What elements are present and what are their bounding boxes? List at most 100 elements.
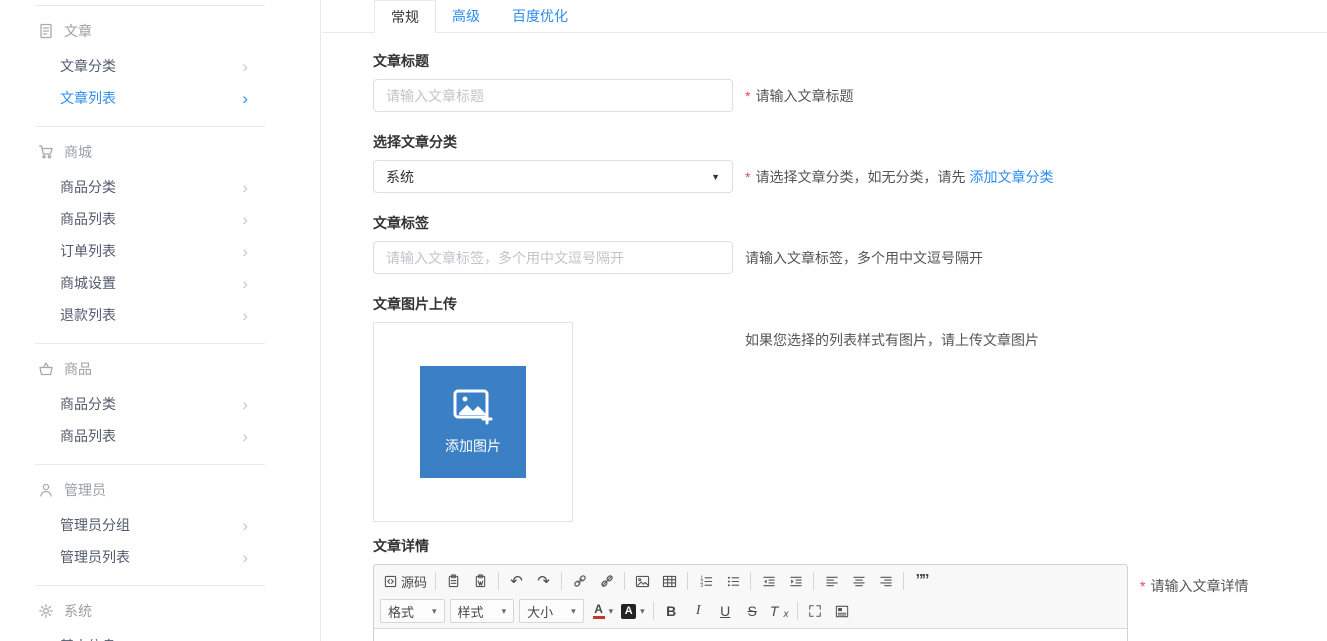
chevron-right-icon: › — [242, 307, 248, 324]
sidebar-item-mall-order-list[interactable]: 订单列表 › — [60, 235, 248, 267]
unlink-button[interactable] — [593, 569, 620, 593]
sidebar-section-goods: 商品 商品分类 › 商品列表 › — [0, 344, 320, 464]
toolbar-separator — [561, 572, 562, 590]
toolbar-separator — [750, 572, 751, 590]
sidebar-section-admin-header: 管理员 — [38, 465, 320, 509]
editor-content-area[interactable] — [374, 628, 1127, 641]
background-color-button[interactable]: A ▾ — [617, 599, 649, 623]
image-upload-dropzone[interactable]: 添加图片 — [373, 322, 573, 522]
outdent-button[interactable] — [755, 569, 782, 593]
align-left-button[interactable] — [818, 569, 845, 593]
add-category-link[interactable]: 添加文章分类 — [969, 169, 1053, 185]
sidebar-item-label: 商品列表 — [60, 209, 116, 229]
sidebar-section-label: 文章 — [64, 21, 92, 41]
sidebar-item-label: 商品分类 — [60, 177, 116, 197]
sidebar-section-label: 管理员 — [64, 480, 106, 500]
sidebar-item-label: 商城设置 — [60, 273, 116, 293]
ordered-list-button[interactable]: 123 — [692, 569, 719, 593]
form-item-category: 选择文章分类 系统 ▼ *请选择文章分类，如无分类，请先添加文章分类 — [373, 132, 1327, 193]
add-image-label: 添加图片 — [445, 436, 501, 456]
background-color-icon: A — [621, 604, 636, 619]
strikethrough-button[interactable]: S — [739, 599, 766, 623]
sidebar-item-mall-refund-list[interactable]: 退款列表 › — [60, 299, 248, 331]
rich-text-editor: 源码 ↶ ↷ — [373, 564, 1128, 641]
title-label: 文章标题 — [373, 51, 1327, 71]
bold-button[interactable]: B — [658, 599, 685, 623]
tab-baidu-seo[interactable]: 百度优化 — [496, 0, 584, 32]
sidebar-section-label: 系统 — [64, 601, 92, 621]
sidebar: 文章 文章分类 › 文章列表 › 商城 商品分类 › — [0, 0, 321, 641]
tags-input[interactable] — [373, 241, 733, 274]
sidebar-item-label: 文章列表 — [60, 88, 116, 108]
align-right-button[interactable] — [872, 569, 899, 593]
style-combo[interactable]: 样式 ▾ — [450, 599, 515, 623]
indent-button[interactable] — [782, 569, 809, 593]
system-gear-icon — [38, 603, 54, 619]
link-button[interactable] — [566, 569, 593, 593]
goods-icon — [38, 361, 54, 377]
required-asterisk: * — [745, 169, 750, 185]
text-color-button[interactable]: A ▾ — [589, 599, 618, 623]
sidebar-item-label: 文章分类 — [60, 56, 116, 76]
italic-button[interactable]: I — [685, 599, 712, 623]
sidebar-section-article: 文章 文章分类 › 文章列表 › — [0, 6, 320, 126]
redo-icon[interactable]: ↷ — [530, 569, 557, 593]
add-image-button[interactable]: 添加图片 — [420, 366, 526, 478]
bulleted-list-button[interactable] — [719, 569, 746, 593]
sidebar-item-admin-list[interactable]: 管理员列表 › — [60, 541, 248, 573]
sidebar-item-article-list[interactable]: 文章列表 › — [60, 82, 248, 114]
undo-icon[interactable]: ↶ — [503, 569, 530, 593]
chevron-right-icon: › — [242, 211, 248, 228]
sidebar-section-label: 商城 — [64, 142, 92, 162]
underline-button[interactable]: U — [712, 599, 739, 623]
format-combo[interactable]: 格式 ▾ — [380, 599, 445, 623]
show-blocks-button[interactable] — [829, 599, 856, 623]
form-item-tags: 文章标签 请输入文章标签，多个用中文逗号隔开 — [373, 213, 1327, 274]
sidebar-item-label: 管理员分组 — [60, 515, 130, 535]
source-button[interactable]: 源码 — [380, 569, 431, 593]
size-combo[interactable]: 大小 ▾ — [519, 599, 584, 623]
title-hint-text: 请输入文章标题 — [755, 88, 853, 104]
chevron-right-icon: › — [242, 179, 248, 196]
tab-general[interactable]: 常规 — [374, 0, 436, 33]
remove-format-button[interactable]: Tx — [766, 599, 793, 623]
sidebar-item-label: 管理员列表 — [60, 547, 130, 567]
category-select[interactable]: 系统 ▼ — [373, 160, 733, 193]
detail-label: 文章详情 — [373, 536, 1327, 556]
chevron-right-icon: › — [242, 549, 248, 566]
form-tabbar: 常规 高级 百度优化 — [322, 0, 1327, 33]
toolbar-separator — [624, 572, 625, 590]
chevron-right-icon: › — [242, 90, 248, 107]
maximize-button[interactable] — [802, 599, 829, 623]
admin-icon — [38, 482, 54, 498]
tab-advanced[interactable]: 高级 — [436, 0, 496, 32]
sidebar-item-mall-goods-list[interactable]: 商品列表 › — [60, 203, 248, 235]
sidebar-item-mall-goods-category[interactable]: 商品分类 › — [60, 171, 248, 203]
paste-from-word-button[interactable] — [467, 569, 494, 593]
tags-hint-text: 请输入文章标签，多个用中文逗号隔开 — [745, 250, 983, 266]
blockquote-button[interactable]: ”” — [908, 569, 935, 593]
title-input[interactable] — [373, 79, 733, 112]
paste-button[interactable] — [440, 569, 467, 593]
source-button-label: 源码 — [401, 572, 427, 591]
editor-toolbar-row-1: 源码 ↶ ↷ — [374, 565, 1127, 595]
select-caret-icon: ▼ — [711, 172, 720, 182]
sidebar-item-goods-list[interactable]: 商品列表 › — [60, 420, 248, 452]
sidebar-item-article-category[interactable]: 文章分类 › — [60, 50, 248, 82]
admin-page: 文章 文章分类 › 文章列表 › 商城 商品分类 › — [0, 0, 1327, 641]
chevron-right-icon: › — [242, 638, 248, 641]
align-center-button[interactable] — [845, 569, 872, 593]
toolbar-separator — [435, 572, 436, 590]
sidebar-item-mall-settings[interactable]: 商城设置 › — [60, 267, 248, 299]
caret-down-icon: ▾ — [609, 606, 614, 617]
sidebar-section-mall: 商城 商品分类 › 商品列表 › 订单列表 › 商城设置 › 退款列表 › — [0, 127, 320, 343]
insert-table-button[interactable] — [656, 569, 683, 593]
sidebar-item-admin-group[interactable]: 管理员分组 › — [60, 509, 248, 541]
sidebar-section-admin: 管理员 管理员分组 › 管理员列表 › — [0, 465, 320, 585]
tags-hint: 请输入文章标签，多个用中文逗号隔开 — [745, 248, 983, 268]
sidebar-section-system-header: 系统 — [38, 586, 320, 630]
sidebar-item-goods-category[interactable]: 商品分类 › — [60, 388, 248, 420]
sidebar-item-label: 退款列表 — [60, 305, 116, 325]
sidebar-item-system-basic-info[interactable]: 基本信息 › — [60, 630, 248, 641]
insert-image-button[interactable] — [629, 569, 656, 593]
